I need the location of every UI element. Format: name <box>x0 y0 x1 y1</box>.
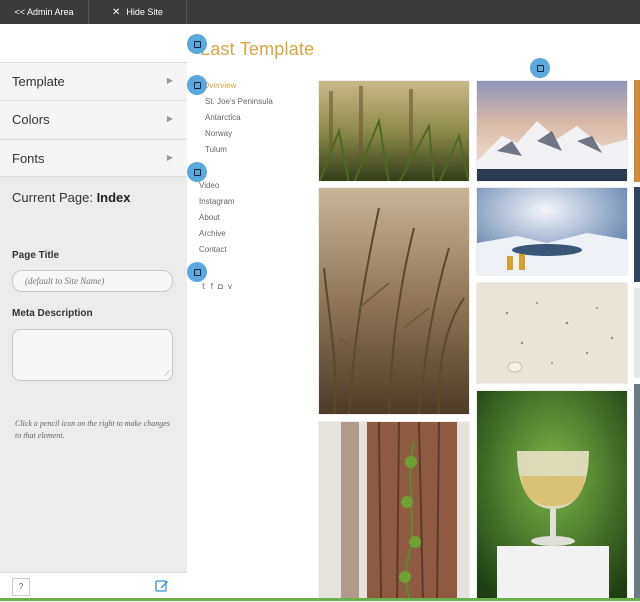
photo-grass-stalks[interactable] <box>318 187 470 415</box>
edit-pencil-nav[interactable] <box>187 162 207 182</box>
hint-text: Click a pencil icon on the right to make… <box>15 419 170 440</box>
sidebar-item-label: Fonts <box>12 151 45 166</box>
photo-partial-edge <box>634 187 640 282</box>
admin-area-link[interactable]: << Admin Area <box>0 0 89 24</box>
resize-grip-icon[interactable]: ⟋ <box>164 369 170 379</box>
photo-partial-edge <box>634 80 640 182</box>
photo-wine-glass[interactable] <box>476 390 628 601</box>
pencil-icon <box>194 41 201 48</box>
nav-item-overview[interactable]: Overview <box>203 81 236 90</box>
nav-item-archive[interactable]: Archive <box>199 229 226 238</box>
photo-grass-sunset[interactable] <box>318 80 470 182</box>
pencil-icon <box>537 65 544 72</box>
triangle-right-icon: ▶ <box>166 76 173 85</box>
nav-item-norway[interactable]: Norway <box>205 129 232 138</box>
pencil-icon <box>194 269 201 276</box>
twitter-icon[interactable]: 𝕥 <box>202 282 211 291</box>
vimeo-icon[interactable]: v <box>228 282 237 291</box>
photo-tree-bark-vine[interactable] <box>318 421 470 601</box>
photo-antarctica-glacier[interactable] <box>476 187 628 276</box>
close-icon: ✕ <box>112 7 121 18</box>
current-page-prefix: Current Page: <box>12 190 93 205</box>
photo-partial-edge <box>634 384 640 601</box>
photo-sand-shells[interactable] <box>476 282 628 384</box>
triangle-right-icon: ▶ <box>166 114 173 123</box>
sidebar-item-template[interactable]: Template ▶ <box>0 62 187 100</box>
meta-description-input[interactable]: ⟋ <box>12 329 173 381</box>
meta-description-label: Meta Description <box>12 308 93 319</box>
edit-pencil-subnav[interactable] <box>187 75 207 95</box>
site-preview: Last Template Overview St. Joe's Peninsu… <box>187 24 640 601</box>
current-page-name: Index <box>96 190 131 205</box>
hide-site-builder-button[interactable]: ✕Hide Site Builder <box>89 0 187 42</box>
page-title-input[interactable]: (default to Site Name) <box>12 270 173 292</box>
site-builder-sidebar: Template ▶ Colors ▶ Fonts ▶ Current Page… <box>0 24 187 602</box>
edit-pencil-title[interactable] <box>187 34 207 54</box>
help-button[interactable]: ? <box>12 578 30 596</box>
nav-item-about[interactable]: About <box>199 213 220 222</box>
page-title-label: Page Title <box>12 250 60 261</box>
sidebar-item-label: Template <box>12 74 65 89</box>
nav-item-instagram[interactable]: Instagram <box>199 197 235 206</box>
nav-item-tulum[interactable]: Tulum <box>205 145 227 154</box>
photo-partial-edge <box>634 288 640 378</box>
facebook-icon[interactable]: f <box>211 282 218 291</box>
admin-topbar: << Admin Area ✕Hide Site Builder <box>0 0 640 42</box>
nav-item-st-joes[interactable]: St. Joe's Peninsula <box>205 97 273 106</box>
nav-item-contact[interactable]: Contact <box>199 245 227 254</box>
site-title[interactable]: Last Template <box>200 39 314 60</box>
nav-item-antarctica[interactable]: Antarctica <box>205 113 241 122</box>
edit-icon[interactable] <box>155 579 169 593</box>
admin-area-label: << Admin Area <box>14 7 74 17</box>
nav-item-video[interactable]: Video <box>199 181 219 190</box>
sidebar-item-fonts[interactable]: Fonts ▶ <box>0 139 187 177</box>
sidebar-header <box>0 24 187 62</box>
triangle-right-icon: ▶ <box>166 153 173 162</box>
sidebar-item-label: Colors <box>12 112 50 127</box>
edit-pencil-social[interactable] <box>187 262 207 282</box>
edit-pencil-gallery[interactable] <box>530 58 550 78</box>
pencil-icon <box>194 82 201 89</box>
current-page-heading: Current Page: Index <box>12 190 131 205</box>
photo-antarctica-mountains[interactable] <box>476 80 628 182</box>
sidebar-item-colors[interactable]: Colors ▶ <box>0 100 187 138</box>
pencil-icon <box>194 169 201 176</box>
instagram-icon[interactable]: ◘ <box>218 282 228 291</box>
social-links: 𝕥f◘v <box>202 282 237 291</box>
